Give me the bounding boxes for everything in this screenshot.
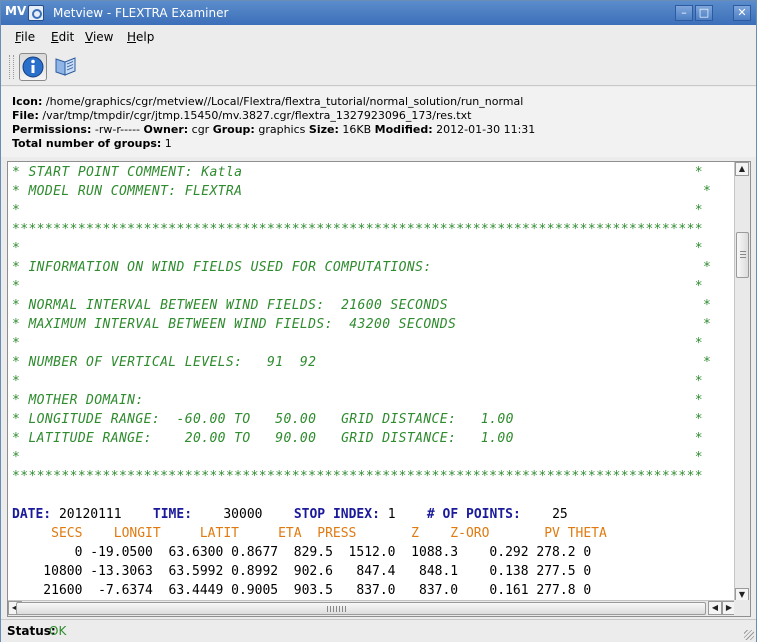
num-points-value: 25 [552, 507, 568, 522]
time-label: TIME: [152, 507, 193, 522]
menu-edit-accel: E [51, 30, 59, 44]
minimize-button[interactable]: – [675, 5, 693, 21]
close-button[interactable]: ✕ [733, 5, 751, 21]
size-value: 16KB [342, 123, 372, 136]
maximize-button[interactable]: □ [695, 5, 713, 21]
menu-bar: File Edit View Help [1, 26, 756, 48]
num-points-label: # OF POINTS: [426, 507, 521, 522]
horizontal-scrollbar[interactable]: ◀ ◀ ▶ [8, 600, 736, 616]
permissions-value: -rw-r----- [94, 123, 141, 136]
title-bar[interactable]: MV Metview - FLEXTRA Examiner – □ ✕ [1, 1, 756, 25]
scroll-up-arrow-icon[interactable]: ▲ [735, 162, 749, 176]
menu-view[interactable]: View [85, 30, 113, 44]
stop-index-label: STOP INDEX: [293, 507, 380, 522]
icon-path-value: /home/graphics/cgr/metview//Local/Flextr… [45, 95, 524, 108]
comment-line: * START POINT COMMENT: Katla * [12, 165, 704, 180]
menu-help[interactable]: Help [127, 30, 154, 44]
info-button[interactable] [19, 53, 47, 81]
comment-line: * * [12, 336, 704, 351]
comment-line: * * [12, 450, 704, 465]
group-label: Group: [212, 123, 255, 136]
column-headers: SECS LONGIT LATIT ETA PRESS Z Z-ORO PV T… [12, 526, 607, 541]
permissions-label: Permissions: [12, 123, 92, 136]
file-path-line: File: /var/tmp/tmpdir/cgr/jtmp.15450/mv.… [12, 109, 471, 122]
file-path-label: File: [12, 109, 39, 122]
main-window: MV Metview - FLEXTRA Examiner – □ ✕ File… [0, 0, 757, 642]
comment-line: * MODEL RUN COMMENT: FLEXTRA * [12, 184, 712, 199]
groups-value: 1 [164, 137, 172, 150]
comment-line: * NORMAL INTERVAL BETWEEN WIND FIELDS: 2… [12, 298, 712, 313]
comment-line: ****************************************… [12, 222, 704, 237]
icon-path-label: Icon: [12, 95, 43, 108]
metview-logo-icon: MV [5, 4, 27, 18]
menu-view-accel: V [85, 30, 93, 44]
group-value: graphics [258, 123, 306, 136]
file-attributes-line: Permissions: -rw-r----- Owner: cgr Group… [12, 123, 535, 136]
comment-line: * INFORMATION ON WIND FIELDS USED FOR CO… [12, 260, 712, 275]
book-button[interactable] [53, 53, 81, 81]
date-value: 20120111 [58, 507, 122, 522]
book-icon [55, 57, 76, 76]
comment-line: * * [12, 241, 704, 256]
comment-line: * * [12, 374, 704, 389]
scroll-corner [734, 600, 750, 616]
comment-line: * LONGITUDE RANGE: -60.00 TO 50.00 GRID … [12, 412, 704, 427]
owner-value: cgr [191, 123, 210, 136]
scroll-grip-icon [327, 606, 347, 612]
menu-file[interactable]: File [15, 30, 35, 44]
comment-line: * MOTHER DOMAIN: * [12, 393, 704, 408]
menu-help-accel: H [127, 30, 137, 44]
text-view[interactable]: * START POINT COMMENT: Katla * * MODEL R… [7, 161, 751, 617]
file-path-value: /var/tmp/tmpdir/cgr/jtmp.15450/mv.3827.c… [42, 109, 472, 122]
stop-index-value: 1 [387, 507, 396, 522]
size-label: Size: [308, 123, 339, 136]
groups-label: Total number of groups: [12, 137, 162, 150]
comment-line: * LATITUDE RANGE: 20.00 TO 90.00 GRID DI… [12, 431, 704, 446]
data-row: 0 -19.0500 63.6300 0.8677 829.5 1512.0 1… [12, 545, 592, 560]
modified-label: Modified: [374, 123, 433, 136]
toolbar [1, 49, 756, 86]
menu-help-label: elp [136, 30, 155, 44]
vertical-scroll-thumb[interactable] [736, 232, 749, 278]
scroll-grip-icon [740, 251, 746, 259]
window-menu-button[interactable] [28, 5, 44, 21]
date-label: DATE: [12, 507, 52, 522]
scroll-left-arrow-icon[interactable]: ◀ [708, 601, 722, 615]
menu-edit-label: dit [58, 30, 75, 44]
file-info-panel: Icon: /home/graphics/cgr/metview//Local/… [1, 87, 756, 157]
menu-file-label: ile [21, 30, 36, 44]
vertical-scrollbar[interactable]: ▲ ▼ [734, 162, 750, 602]
comment-line: * NUMBER OF VERTICAL LEVELS: 91 92 * [12, 355, 712, 370]
toolbar-grip[interactable] [9, 55, 14, 79]
resize-grip-icon[interactable] [744, 630, 754, 640]
time-value: 30000 [223, 507, 263, 522]
menu-edit[interactable]: Edit [51, 30, 74, 44]
info-icon [22, 56, 44, 78]
data-row: 21600 -7.6374 63.4449 0.9005 903.5 837.0… [12, 583, 592, 598]
comment-line: * MAXIMUM INTERVAL BETWEEN WIND FIELDS: … [12, 317, 712, 332]
modified-value: 2012-01-30 11:31 [436, 123, 536, 136]
icon-path-line: Icon: /home/graphics/cgr/metview//Local/… [12, 95, 523, 108]
comment-line: ****************************************… [12, 469, 704, 484]
group-header-line: DATE: 20120111 TIME: 30000 STOP INDEX: 1… [12, 507, 568, 522]
comment-line: * * [12, 203, 704, 218]
menu-view-label: iew [92, 30, 114, 44]
window-title: Metview - FLEXTRA Examiner [53, 6, 229, 20]
groups-line: Total number of groups: 1 [12, 137, 172, 150]
comment-line: * * [12, 279, 704, 294]
status-bar: Status: OK [1, 619, 756, 642]
owner-label: Owner: [143, 123, 189, 136]
data-row: 10800 -13.3063 63.5992 0.8992 902.6 847.… [12, 564, 592, 579]
horizontal-scroll-thumb[interactable] [16, 602, 706, 615]
text-content[interactable]: * START POINT COMMENT: Katla * * MODEL R… [8, 162, 736, 602]
status-value: OK [49, 624, 67, 638]
